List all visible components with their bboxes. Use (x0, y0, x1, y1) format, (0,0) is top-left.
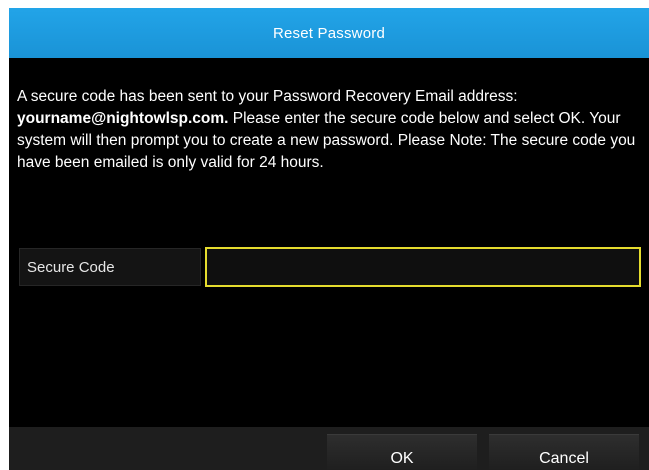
secure-code-label-box: Secure Code (19, 248, 201, 286)
message-intro-text: A secure code has been sent to your Pass… (17, 88, 518, 105)
cancel-button[interactable]: Cancel (489, 434, 639, 470)
dialog-title: Reset Password (272, 24, 385, 42)
recovery-email-address: yourname@nightowlsp.com. (17, 110, 229, 127)
dialog-titlebar: Reset Password (9, 8, 649, 58)
ok-button[interactable]: OK (327, 434, 477, 470)
secure-code-row: Secure Code (19, 247, 641, 287)
reset-password-dialog: Reset Password A secure code has been se… (9, 8, 649, 470)
dialog-footer: OK Cancel (9, 427, 649, 470)
secure-code-input[interactable] (205, 247, 641, 287)
secure-code-label: Secure Code (27, 258, 115, 276)
instruction-message: A secure code has been sent to your Pass… (17, 86, 645, 174)
